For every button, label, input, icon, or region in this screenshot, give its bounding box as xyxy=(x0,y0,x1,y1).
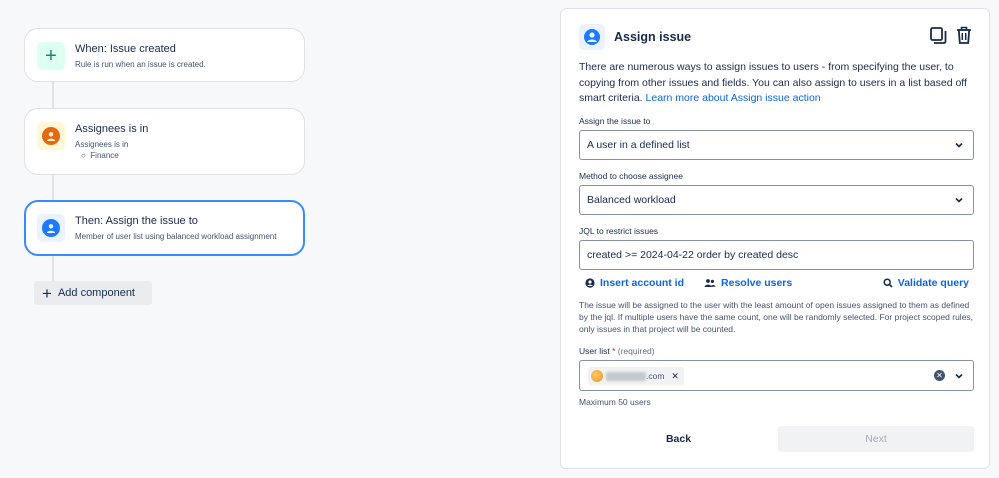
condition-title: Assignees is in xyxy=(75,123,149,135)
insert-account-id-link[interactable]: Insert account id xyxy=(585,277,684,289)
condition-subtitle: Assignees is in xyxy=(75,140,129,149)
plus-icon: + xyxy=(37,42,65,70)
trigger-subtitle: Rule is run when an issue is created. xyxy=(75,60,206,69)
back-button[interactable]: Back xyxy=(621,426,736,452)
trigger-card[interactable]: + When: Issue created Rule is run when a… xyxy=(24,28,305,82)
user-avatar-icon xyxy=(37,122,65,150)
required-mark: * xyxy=(612,346,616,356)
user-list-label: User list * (required) xyxy=(579,346,655,356)
condition-value: ○ Finance xyxy=(81,151,119,160)
remove-chip-icon[interactable]: ✕ xyxy=(671,371,679,382)
assign-to-select[interactable]: A user in a defined list xyxy=(579,130,974,160)
resolve-users-link[interactable]: Resolve users xyxy=(704,277,792,289)
clear-icon[interactable]: ✕ xyxy=(934,370,945,381)
method-select[interactable]: Balanced workload xyxy=(579,185,974,215)
panel-header: Assign issue xyxy=(579,24,691,50)
jql-label: JQL to restrict issues xyxy=(579,226,659,236)
jql-value: created >= 2024-04-22 order by created d… xyxy=(587,249,799,261)
assign-to-label: Assign the issue to xyxy=(579,116,651,126)
max-users-note: Maximum 50 users xyxy=(579,397,651,407)
chevron-down-icon xyxy=(955,142,963,148)
duplicate-icon[interactable] xyxy=(929,25,947,45)
flow-connector xyxy=(52,80,54,110)
assign-to-value: A user in a defined list xyxy=(587,139,690,151)
method-label: Method to choose assignee xyxy=(579,171,683,181)
condition-value-text: Finance xyxy=(90,151,119,160)
rule-flow: + When: Issue created Rule is run when a… xyxy=(0,0,540,478)
next-button[interactable]: Next xyxy=(778,426,974,452)
trash-icon[interactable] xyxy=(955,25,973,45)
user-chip: .com ✕ xyxy=(588,367,684,385)
assignment-note: The issue will be assigned to the user w… xyxy=(579,300,974,334)
method-value: Balanced workload xyxy=(587,194,676,206)
assign-issue-panel: Assign issue There are numerous ways to … xyxy=(560,8,990,469)
flow-connector xyxy=(52,255,54,283)
validate-query-label: Validate query xyxy=(897,277,969,289)
user-avatar-icon xyxy=(37,214,65,242)
chip-email-suffix: .com xyxy=(646,371,665,381)
resolve-users-label: Resolve users xyxy=(721,277,793,289)
user-list-label-text: User list xyxy=(579,346,610,356)
condition-card[interactable]: Assignees is in Assignees is in ○ Financ… xyxy=(24,108,305,175)
user-avatar-icon xyxy=(579,24,605,50)
people-icon xyxy=(704,279,716,287)
required-text: (required) xyxy=(617,346,655,356)
action-subtitle: Member of user list using balanced workl… xyxy=(75,232,277,241)
panel-title: Assign issue xyxy=(614,30,692,44)
chevron-down-icon xyxy=(955,197,963,203)
flow-connector xyxy=(52,174,54,202)
chevron-down-icon[interactable] xyxy=(954,371,964,381)
add-component-label: Add component xyxy=(57,287,135,299)
redacted-email xyxy=(606,371,646,381)
action-title: Then: Assign the issue to xyxy=(75,215,198,227)
plus-icon: + xyxy=(42,283,52,303)
avatar xyxy=(591,370,603,382)
validate-query-link[interactable]: Validate query xyxy=(883,277,969,289)
search-icon xyxy=(883,278,893,288)
action-card[interactable]: Then: Assign the issue to Member of user… xyxy=(24,200,305,256)
jql-actions: Insert account id Resolve users Validate… xyxy=(585,277,969,289)
user-list-input[interactable]: .com ✕ ✕ xyxy=(579,360,974,391)
add-component-button[interactable]: + Add component xyxy=(34,281,152,305)
learn-more-link[interactable]: Learn more about Assign issue action xyxy=(646,92,821,104)
insert-account-id-label: Insert account id xyxy=(600,277,685,289)
trigger-title: When: Issue created xyxy=(75,43,176,55)
jql-input[interactable]: created >= 2024-04-22 order by created d… xyxy=(579,240,974,270)
panel-description: There are numerous ways to assign issues… xyxy=(579,60,979,107)
user-icon xyxy=(585,278,595,288)
